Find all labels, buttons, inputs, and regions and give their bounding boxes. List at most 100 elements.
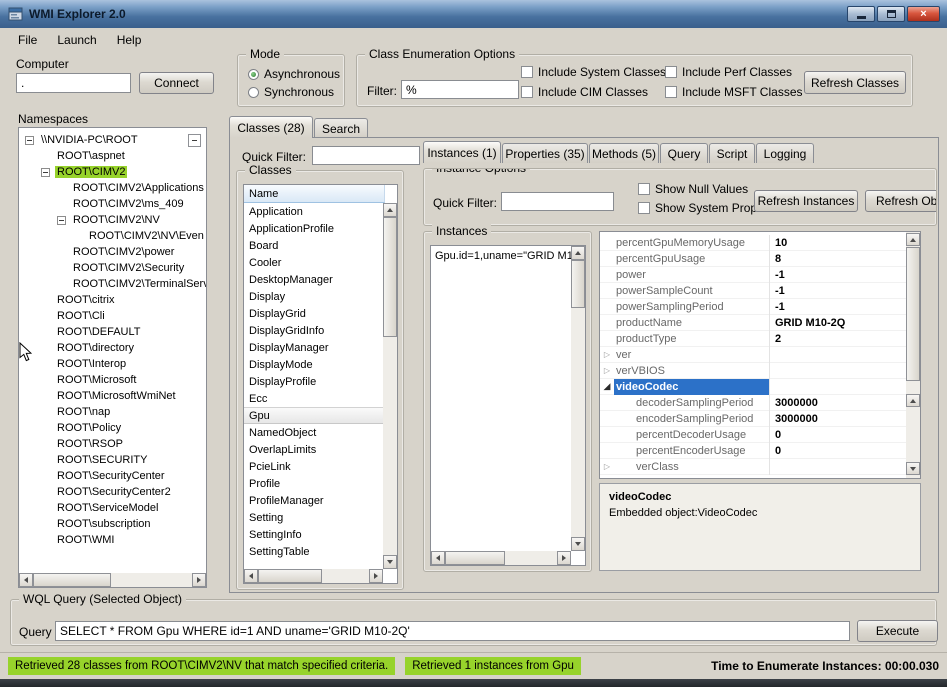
close-button[interactable]: × (907, 6, 940, 22)
query-input[interactable] (55, 621, 850, 641)
scroll-thumb[interactable] (33, 573, 111, 587)
scroll-up-icon[interactable] (906, 233, 920, 246)
property-row[interactable]: ▷ver (600, 347, 907, 363)
class-item[interactable]: Cooler (244, 254, 385, 271)
classes-vscrollbar[interactable] (383, 203, 397, 569)
class-item[interactable]: PcieLink (244, 458, 385, 475)
menu-launch[interactable]: Launch (47, 30, 106, 50)
include-perf-classes-checkbox[interactable]: Include Perf Classes (665, 65, 792, 79)
class-item[interactable]: Gpu (244, 407, 385, 424)
namespace-item[interactable]: ROOT\Policy (19, 420, 206, 436)
property-row[interactable]: powerSampleCount-1 (600, 283, 907, 299)
namespace-item[interactable]: \\NVIDIA-PC\ROOT (19, 132, 206, 148)
class-item[interactable]: Profile (244, 475, 385, 492)
property-row[interactable]: productType2 (600, 331, 907, 347)
tab-query[interactable]: Query (660, 143, 708, 163)
class-item[interactable]: Ecc (244, 390, 385, 407)
namespace-item[interactable]: ROOT\CIMV2\power (19, 244, 206, 260)
class-item[interactable]: ApplicationProfile (244, 220, 385, 237)
property-row[interactable]: productNameGRID M10-2Q (600, 315, 907, 331)
class-item[interactable]: DisplayGrid (244, 305, 385, 322)
class-item[interactable]: DesktopManager (244, 271, 385, 288)
namespace-item[interactable]: ROOT\subscription (19, 516, 206, 532)
connect-button[interactable]: Connect (139, 72, 214, 94)
scroll-up-icon[interactable] (383, 203, 397, 217)
namespace-item[interactable]: ROOT\SecurityCenter (19, 468, 206, 484)
class-item[interactable]: SettingTable (244, 543, 385, 560)
namespace-item[interactable]: ROOT\WMI (19, 532, 206, 548)
tab-properties[interactable]: Properties (35) (502, 143, 588, 163)
tab-instances[interactable]: Instances (1) (423, 141, 501, 163)
property-row[interactable]: powerSamplingPeriod-1 (600, 299, 907, 315)
property-row[interactable]: encoderSamplingPeriod3000000 (600, 411, 907, 427)
refresh-instances-button[interactable]: Refresh Instances (754, 190, 858, 212)
namespace-item[interactable]: ROOT\CIMV2\NV (19, 212, 206, 228)
class-item[interactable]: DisplayProfile (244, 373, 385, 390)
tree-collapse-button[interactable] (188, 134, 201, 147)
tree-collapse-icon[interactable] (57, 216, 66, 225)
namespace-item[interactable]: ROOT\CIMV2\TerminalServ (19, 276, 206, 292)
scroll-up-icon[interactable] (906, 394, 920, 407)
scroll-left-icon[interactable] (431, 551, 445, 565)
namespace-item[interactable]: ROOT\Cli (19, 308, 206, 324)
scroll-down-icon[interactable] (906, 462, 920, 475)
scroll-thumb[interactable] (383, 217, 397, 337)
namespace-item[interactable]: ROOT\DEFAULT (19, 324, 206, 340)
instances-quick-filter-input[interactable] (501, 192, 614, 211)
tab-classes[interactable]: Classes (28) (229, 116, 313, 138)
property-row[interactable]: percentGpuUsage8 (600, 251, 907, 267)
include-cim-classes-checkbox[interactable]: Include CIM Classes (521, 85, 648, 99)
class-item[interactable]: Setting (244, 509, 385, 526)
execute-button[interactable]: Execute (857, 620, 938, 642)
collapse-icon[interactable]: ◢ (600, 381, 614, 392)
expand-icon[interactable]: ▷ (600, 462, 614, 471)
class-item[interactable]: SettingInfo (244, 526, 385, 543)
scroll-down-icon[interactable] (383, 555, 397, 569)
class-item[interactable]: DisplayGridInfo (244, 322, 385, 339)
tree-collapse-icon[interactable] (41, 168, 50, 177)
property-row[interactable]: decoderSamplingPeriod3000000 (600, 395, 907, 411)
menu-help[interactable]: Help (107, 30, 152, 50)
expand-icon[interactable]: ▷ (600, 366, 614, 375)
namespace-item[interactable]: ROOT\Interop (19, 356, 206, 372)
include-system-classes-checkbox[interactable]: Include System Classes (521, 65, 666, 79)
tree-collapse-icon[interactable] (25, 136, 34, 145)
namespace-item[interactable]: ROOT\CIMV2\Applications (19, 180, 206, 196)
computer-input[interactable] (16, 73, 131, 93)
namespace-item[interactable]: ROOT\CIMV2\Security (19, 260, 206, 276)
property-row[interactable]: ▷verClass (600, 459, 907, 475)
refresh-classes-button[interactable]: Refresh Classes (804, 71, 906, 94)
namespace-item[interactable]: ROOT\Microsoft (19, 372, 206, 388)
expand-icon[interactable]: ▷ (600, 350, 614, 359)
mode-asynchronous-radio[interactable]: Asynchronous (248, 67, 340, 81)
property-row[interactable]: percentEncoderUsage0 (600, 443, 907, 459)
namespace-item[interactable]: ROOT\directory (19, 340, 206, 356)
scroll-left-icon[interactable] (244, 569, 258, 583)
namespace-item[interactable]: ROOT\ServiceModel (19, 500, 206, 516)
namespace-item[interactable]: ROOT\nap (19, 404, 206, 420)
minimize-button[interactable] (847, 6, 875, 22)
scroll-left-icon[interactable] (19, 573, 33, 587)
namespace-item[interactable]: ROOT\MicrosoftWmiNet (19, 388, 206, 404)
property-row[interactable]: power-1 (600, 267, 907, 283)
namespace-item[interactable]: ROOT\SecurityCenter2 (19, 484, 206, 500)
class-item[interactable]: Board (244, 237, 385, 254)
menu-file[interactable]: File (8, 30, 47, 50)
property-row[interactable]: percentGpuMemoryUsage10 (600, 235, 907, 251)
instances-vscrollbar[interactable] (571, 246, 585, 551)
tab-script[interactable]: Script (709, 143, 755, 163)
instances-hscrollbar[interactable] (431, 551, 571, 565)
include-msft-classes-checkbox[interactable]: Include MSFT Classes (665, 85, 803, 99)
property-row[interactable]: ◢videoCodec (600, 379, 907, 395)
classes-hscrollbar[interactable] (244, 569, 383, 583)
class-item[interactable]: OverlapLimits (244, 441, 385, 458)
scroll-down-icon[interactable] (571, 537, 585, 551)
scroll-up-icon[interactable] (571, 246, 585, 260)
properties-vscrollbar[interactable] (906, 232, 921, 478)
class-item[interactable]: NamedObject (244, 424, 385, 441)
show-null-values-checkbox[interactable]: Show Null Values (638, 182, 748, 196)
instance-item[interactable]: Gpu.id=1,uname="GRID M10 (431, 248, 573, 264)
scroll-thumb[interactable] (571, 260, 585, 308)
namespace-item[interactable]: ROOT\SECURITY (19, 452, 206, 468)
scroll-thumb[interactable] (906, 247, 920, 381)
